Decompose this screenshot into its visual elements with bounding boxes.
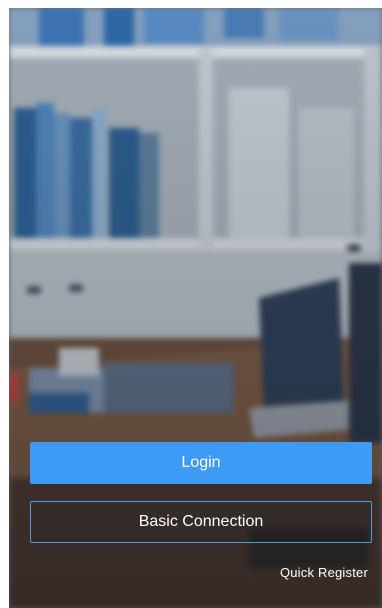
quick-register-link[interactable]: Quick Register [280, 565, 368, 580]
basic-connection-button[interactable]: Basic Connection [30, 501, 372, 543]
basic-connection-button-label: Basic Connection [138, 513, 264, 530]
login-button-label: Login [181, 454, 221, 471]
login-button[interactable]: Login [30, 442, 372, 484]
app-screen: Login Basic Connection Quick Register [9, 8, 382, 608]
